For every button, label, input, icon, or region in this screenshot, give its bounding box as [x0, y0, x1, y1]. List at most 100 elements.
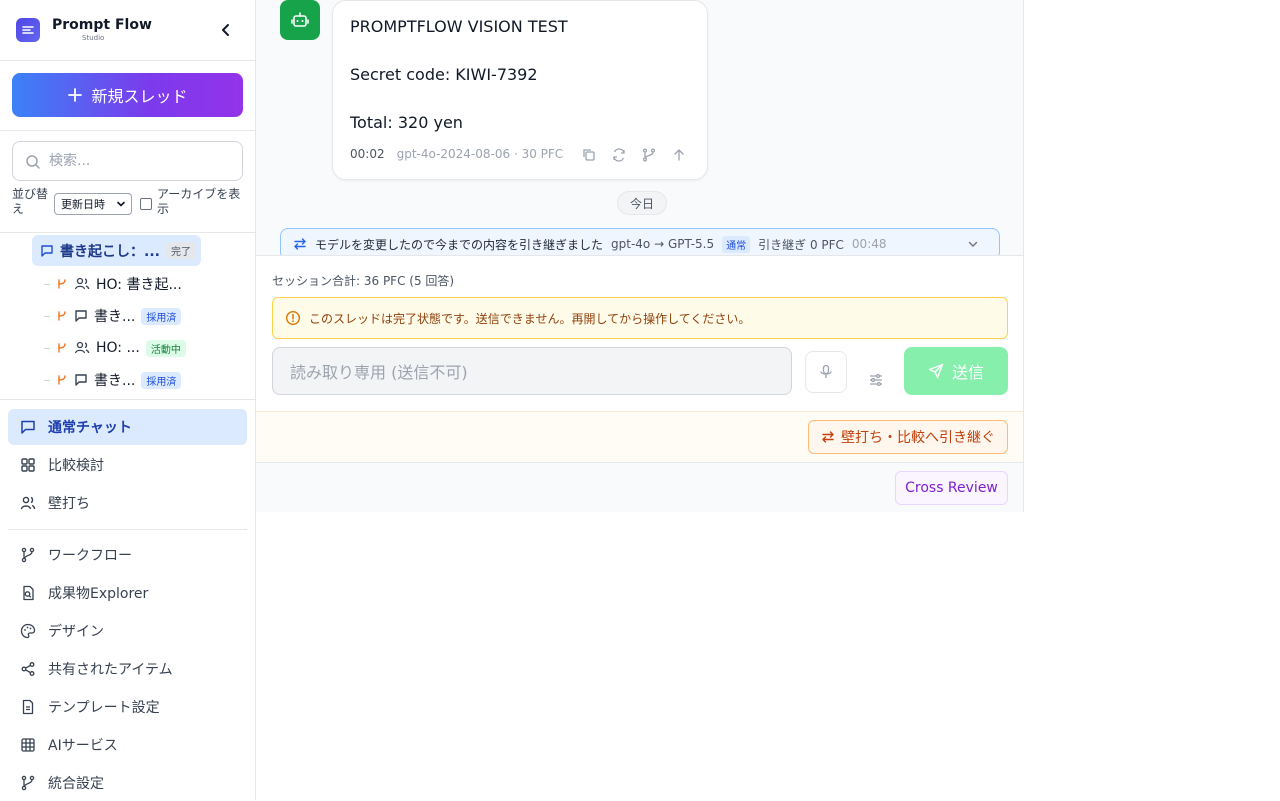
message-actions — [581, 147, 687, 163]
nav-brainstorm[interactable]: 壁打ち — [8, 485, 247, 521]
warning-text: このスレッドは完了状態です。送信できません。再開してから操作してください。 — [309, 311, 751, 326]
thread-child-item[interactable]: HO: ... 活動中 — [44, 336, 186, 360]
new-thread-label: 新規スレッド — [91, 87, 188, 106]
status-badge: 完了 — [165, 242, 196, 259]
sort-select[interactable]: 更新日時 — [54, 193, 132, 215]
nav-comparison[interactable]: 比較検討 — [8, 447, 247, 483]
send-icon — [928, 363, 944, 379]
message-line: Total: 320 yen — [350, 113, 463, 132]
thread-child-title: 書き... — [94, 373, 136, 389]
branch-icon — [58, 279, 66, 289]
thread-child-item[interactable]: 書き... 採用済 — [44, 368, 182, 392]
nav-ai-services[interactable]: AIサービス — [8, 727, 247, 763]
message-time: 00:02 — [350, 147, 385, 161]
nav-workflow[interactable]: ワークフロー — [8, 537, 247, 573]
sliders-icon — [870, 373, 882, 387]
search-input[interactable] — [49, 151, 234, 171]
assistant-message: PROMPTFLOW VISION TEST Secret code: KIWI… — [332, 0, 708, 180]
nav-label: 統合設定 — [48, 776, 104, 792]
users-icon — [20, 496, 36, 510]
branch-icon — [58, 311, 66, 321]
nav-integration-settings[interactable]: 統合設定 — [8, 765, 247, 801]
chat-icon — [41, 244, 53, 257]
sort-label: 並び替え — [12, 187, 49, 216]
chevron-down-icon — [117, 201, 125, 207]
mic-icon — [820, 364, 832, 378]
message-input[interactable]: 読み取り専用 (送信不可) — [272, 347, 792, 395]
nav-template-settings[interactable]: テンプレート設定 — [8, 689, 247, 725]
thread-item-main[interactable]: 書き起こし：... 完了 — [32, 235, 201, 266]
palette-icon — [20, 623, 36, 639]
message-list[interactable]: PROMPTFLOW VISION TEST Secret code: KIWI… — [256, 0, 1024, 255]
branch-icon[interactable] — [641, 147, 657, 163]
composer: セッション合計: 36 PFC (5 回答) このスレッドは完了状態です。送信で… — [256, 255, 1024, 411]
completed-warning: このスレッドは完了状態です。送信できません。再開してから操作してください。 — [272, 297, 1008, 339]
branch-icon — [58, 343, 66, 353]
swap-icon — [294, 238, 306, 250]
message-meta: 00:02 gpt-4o-2024-08-06 · 30 PFC — [350, 147, 563, 161]
handoff-bar: 壁打ち・比較へ引き継ぐ — [256, 411, 1024, 462]
status-badge: 採用済 — [141, 307, 182, 325]
handoff-models: gpt-4o → GPT-5.5 — [611, 237, 715, 251]
nav-label: AIサービス — [48, 738, 118, 754]
handoff-to-brainstorm-button[interactable]: 壁打ち・比較へ引き継ぐ — [808, 420, 1008, 454]
plus-icon — [68, 88, 83, 102]
sidebar: Prompt Flow Studio 新規スレッド 並び替え 更新日時 アーカイ… — [0, 0, 256, 800]
date-separator: 今日 — [617, 191, 668, 215]
app-logo-icon — [16, 18, 40, 42]
chevron-down-icon[interactable] — [967, 238, 979, 250]
thread-search[interactable] — [12, 141, 243, 181]
chat-icon — [21, 420, 35, 434]
options-button[interactable] — [862, 366, 890, 394]
nav-label: テンプレート設定 — [48, 700, 160, 716]
session-total: セッション合計: 36 PFC (5 回答) — [272, 274, 455, 288]
branch-icon — [21, 547, 35, 563]
arrow-up-icon[interactable] — [671, 147, 687, 163]
message-line: PROMPTFLOW VISION TEST — [350, 17, 568, 36]
nav-normal-chat[interactable]: 通常チャット — [8, 409, 247, 445]
divider — [0, 130, 255, 131]
tree-connector — [44, 379, 50, 381]
sort-value: 更新日時 — [61, 198, 105, 211]
nav-artifact-explorer[interactable]: 成果物Explorer — [8, 575, 247, 611]
bot-avatar-icon — [280, 0, 320, 40]
nav-label: デザイン — [48, 624, 104, 640]
mic-button[interactable] — [805, 351, 847, 393]
users-icon — [74, 277, 90, 290]
review-bar: Cross Review — [256, 462, 1024, 512]
handoff-button-label: 壁打ち・比較へ引き継ぐ — [841, 430, 995, 446]
divider — [8, 529, 247, 530]
nav-design[interactable]: デザイン — [8, 613, 247, 649]
handoff-notice[interactable]: モデルを変更したので今までの内容を引き継ぎました gpt-4o → GPT-5.… — [280, 228, 1000, 255]
nav-label: 壁打ち — [48, 496, 90, 512]
nav-label: 通常チャット — [48, 420, 132, 436]
collapse-sidebar-button[interactable] — [216, 20, 236, 40]
thread-child-item[interactable]: HO: 書き起... — [44, 272, 182, 296]
swap-icon — [822, 431, 834, 443]
archive-checkbox[interactable] — [140, 198, 152, 210]
refresh-icon[interactable] — [611, 147, 627, 163]
handoff-pfc: 引き継ぎ 0 PFC — [758, 237, 844, 252]
users-icon — [74, 341, 90, 354]
mode-badge: 通常 — [722, 235, 751, 253]
thread-child-title: HO: 書き起... — [96, 277, 182, 293]
branch-icon — [58, 375, 66, 385]
copy-icon[interactable] — [581, 147, 597, 163]
nav-shared-items[interactable]: 共有されたアイテム — [8, 651, 247, 687]
status-badge: 活動中 — [145, 339, 186, 357]
thread-child-item[interactable]: 書き... 採用済 — [44, 304, 182, 328]
chat-icon — [75, 374, 87, 386]
file-search-icon — [23, 585, 34, 601]
tree-connector — [44, 283, 50, 285]
thread-child-title: 書き... — [94, 309, 136, 325]
message-model-info: gpt-4o-2024-08-06 · 30 PFC — [396, 147, 564, 161]
status-badge: 採用済 — [141, 371, 182, 389]
cross-review-button[interactable]: Cross Review — [895, 471, 1008, 505]
alert-circle-icon — [285, 310, 301, 326]
tree-connector — [44, 347, 50, 349]
send-button[interactable]: 送信 — [904, 347, 1008, 395]
new-thread-button[interactable]: 新規スレッド — [12, 73, 243, 117]
tree-connector — [44, 315, 50, 317]
chat-icon — [75, 310, 87, 322]
app-name: Prompt Flow — [52, 17, 152, 33]
